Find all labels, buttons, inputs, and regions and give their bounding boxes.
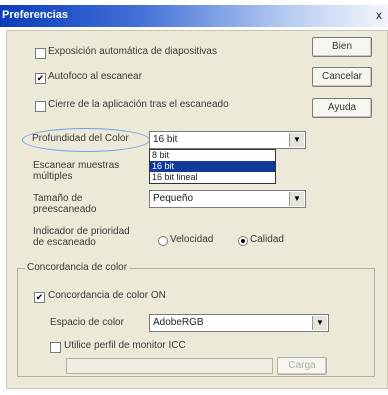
cancel-button[interactable]: Cancelar [312,67,372,87]
load-button[interactable]: Carga [277,357,327,375]
quality-label: Calidad [250,234,284,245]
color-depth-dropdown-list: 8 bit 16 bit 16 bit lineal [149,149,276,184]
priority-label-2: de escaneado [33,237,96,248]
title-bar: Preferencias x [0,5,388,27]
color-matching-label: Concordancia de color ON [48,290,166,301]
multi-sample-label-1: Escanear muestras [33,160,120,171]
multi-sample-label-2: múltiples [33,171,73,182]
monitor-profile-label: Utilice perfil de monitor ICC [64,340,186,351]
color-depth-value: 16 bit [153,134,178,145]
profile-path-field[interactable] [66,358,273,374]
autofocus-label: Autofoco al escanear [48,71,142,82]
prescan-size-select[interactable]: Pequeño ▼ [149,190,306,208]
prescan-label-1: Tamaño de [33,193,83,204]
dropdown-option-16bit[interactable]: 16 bit [150,161,275,172]
priority-label-1: Indicador de prioridad [33,226,130,237]
auto-exposure-checkbox[interactable] [35,48,46,59]
check-icon: ✔ [36,73,45,83]
prescan-size-value: Pequeño [153,193,194,204]
prescan-label-2: preescaneado [33,204,97,215]
auto-exposure-label: Exposición automática de diapositivas [48,46,217,57]
speed-label: Velocidad [170,234,214,245]
color-space-select[interactable]: AdobeRGB ▼ [149,314,329,332]
help-button[interactable]: Ayuda [312,98,372,118]
dropdown-option-16bit-linear[interactable]: 16 bit lineal [150,172,275,183]
chevron-down-icon: ▼ [289,133,304,147]
color-space-value: AdobeRGB [153,317,204,328]
speed-radio[interactable] [158,236,168,246]
color-matching-checkbox[interactable]: ✔ [34,292,45,303]
close-icon[interactable]: x [376,8,382,22]
chevron-down-icon: ▼ [289,192,304,206]
close-after-checkbox[interactable] [35,101,46,112]
color-depth-label: Profundidad del Color [32,133,129,144]
dropdown-option-8bit[interactable]: 8 bit [150,150,275,161]
autofocus-checkbox[interactable]: ✔ [35,73,46,84]
window-title: Preferencias [2,9,69,21]
chevron-down-icon: ▼ [312,316,327,330]
check-icon: ✔ [35,292,44,302]
monitor-profile-checkbox[interactable] [50,342,61,353]
quality-radio[interactable] [238,236,248,246]
close-after-label: Cierre de la aplicación tras el escanead… [48,99,229,110]
preferences-dialog: Preferencias x Exposición automática de … [0,0,388,395]
color-depth-select[interactable]: 16 bit ▼ [149,131,306,149]
color-space-label: Espacio de color [50,317,124,328]
color-matching-title: Concordancia de color [25,262,130,273]
ok-button[interactable]: Bien [312,37,372,57]
